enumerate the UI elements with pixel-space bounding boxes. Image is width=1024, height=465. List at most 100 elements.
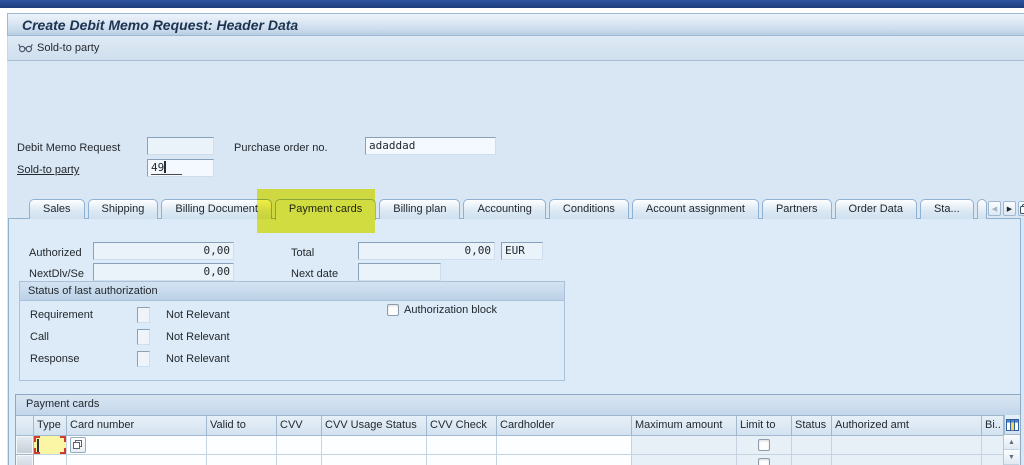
purchase-order-label: Purchase order no. bbox=[234, 142, 328, 154]
tab-payment-cards[interactable]: Payment cards bbox=[274, 199, 377, 220]
limit-to-checkbox[interactable] bbox=[758, 439, 770, 451]
tab-accounting[interactable]: Accounting bbox=[463, 199, 546, 219]
table-vertical-scrollbar[interactable]: ▲ ▼ bbox=[1003, 435, 1020, 465]
sold-to-party-display-button[interactable]: Sold-to party bbox=[14, 39, 107, 58]
cell-cvv-usage-status[interactable] bbox=[322, 455, 427, 465]
tab-strip: Sales Shipping Billing Document Payment car… bbox=[29, 199, 989, 220]
cell-limit-to[interactable] bbox=[737, 436, 792, 455]
column-header-maximum-amount[interactable]: Maximum amount bbox=[632, 416, 737, 436]
limit-to-checkbox[interactable] bbox=[758, 458, 770, 465]
column-header-limit-to[interactable]: Limit to bbox=[737, 416, 792, 436]
cell-cvv-usage-status[interactable] bbox=[322, 436, 427, 455]
tab-conditions[interactable]: Conditions bbox=[548, 199, 629, 219]
payment-cards-table: Payment cards Type Card number Valid to CVV… bbox=[15, 394, 1021, 465]
authorization-block-checkbox[interactable] bbox=[387, 304, 399, 316]
column-header-valid-to[interactable]: Valid to bbox=[207, 416, 277, 436]
payment-cards-tab-panel: Authorized 0,00 Total 0,00 EUR NextDlv/S… bbox=[8, 218, 1021, 465]
status-label: Call bbox=[30, 331, 49, 343]
column-header-type[interactable]: Type bbox=[34, 416, 67, 436]
tab-scroll-right-button[interactable]: ▶ bbox=[1003, 201, 1016, 216]
status-row-response: Response Not Relevant bbox=[20, 348, 564, 370]
status-text: Not Relevant bbox=[166, 353, 230, 365]
status-row-call: Call Not Relevant bbox=[20, 326, 564, 348]
page-title: Create Debit Memo Request: Header Data bbox=[22, 16, 299, 33]
debit-memo-request-field[interactable] bbox=[147, 137, 214, 155]
table-row bbox=[16, 436, 1020, 455]
table-header-row: Type Card number Valid to CVV CVV Usage Stat… bbox=[16, 416, 1020, 436]
cell-card-number[interactable] bbox=[67, 436, 207, 455]
column-header-bi[interactable]: Bi.. bbox=[982, 416, 1004, 436]
sap-window: Create Debit Memo Request: Header Data S… bbox=[0, 0, 1024, 465]
authorization-block-option[interactable]: Authorization block bbox=[387, 304, 497, 316]
cell-valid-to[interactable] bbox=[207, 455, 277, 465]
column-header-cvv-check[interactable]: CVV Check bbox=[427, 416, 497, 436]
cell-cardholder[interactable] bbox=[497, 436, 632, 455]
cell-cvv-check[interactable] bbox=[427, 455, 497, 465]
tab-order-data[interactable]: Order Data bbox=[834, 199, 917, 219]
authorized-label: Authorized bbox=[29, 247, 82, 259]
total-field[interactable]: 0,00 bbox=[358, 242, 495, 260]
scroll-down-button[interactable]: ▼ bbox=[1004, 450, 1019, 465]
purchase-order-field[interactable]: adaddad bbox=[365, 137, 496, 155]
column-header-authorized-amt[interactable]: Authorized amt bbox=[832, 416, 982, 436]
cell-cvv[interactable] bbox=[277, 455, 322, 465]
cell-cvv[interactable] bbox=[277, 436, 322, 455]
row-selector-header[interactable] bbox=[16, 416, 34, 436]
cell-cardholder[interactable] bbox=[497, 455, 632, 465]
cell-type[interactable] bbox=[34, 455, 67, 465]
table-configuration-icon bbox=[1006, 418, 1019, 431]
authorized-field[interactable]: 0,00 bbox=[93, 242, 234, 260]
window-top-frame bbox=[0, 0, 1024, 8]
cell-maximum-amount bbox=[632, 455, 737, 465]
cell-bi bbox=[982, 455, 1004, 465]
tab-scroll-controls: ◀ ▶ bbox=[988, 201, 1024, 216]
cell-limit-to[interactable] bbox=[737, 455, 792, 465]
column-header-status[interactable]: Status bbox=[792, 416, 832, 436]
cell-status bbox=[792, 455, 832, 465]
status-text: Not Relevant bbox=[166, 309, 230, 321]
cell-valid-to[interactable] bbox=[207, 436, 277, 455]
debit-memo-request-label: Debit Memo Request bbox=[17, 142, 121, 154]
tab-scroll-left-button[interactable]: ◀ bbox=[988, 201, 1001, 216]
clipped-tab-edge bbox=[976, 199, 987, 219]
tab-overview-button[interactable] bbox=[1018, 201, 1024, 216]
cell-bi bbox=[982, 436, 1004, 455]
application-toolbar: Sold-to party bbox=[7, 36, 1024, 61]
status-of-last-authorization-box: Status of last authorization Requirement… bbox=[19, 281, 565, 381]
tab-shipping[interactable]: Shipping bbox=[87, 199, 159, 219]
cell-maximum-amount bbox=[632, 436, 737, 455]
screen-titlebar: Create Debit Memo Request: Header Data bbox=[7, 13, 1024, 36]
payment-cards-table-title: Payment cards bbox=[16, 395, 1020, 416]
currency-field[interactable]: EUR bbox=[501, 242, 543, 260]
status-value-field bbox=[137, 351, 150, 367]
tab-sta[interactable]: Sta... bbox=[919, 199, 974, 219]
cell-cvv-check[interactable] bbox=[427, 436, 497, 455]
glasses-icon bbox=[18, 41, 33, 56]
row-selector[interactable] bbox=[16, 455, 34, 465]
overlapping-sheets-icon bbox=[73, 440, 82, 449]
row-selector[interactable] bbox=[16, 436, 34, 455]
cell-card-number[interactable] bbox=[67, 455, 207, 465]
tab-sales[interactable]: Sales bbox=[29, 199, 85, 219]
tab-partners[interactable]: Partners bbox=[761, 199, 832, 219]
table-row bbox=[16, 455, 1020, 465]
next-date-field[interactable] bbox=[358, 263, 441, 281]
toolbar-button-label: Sold-to party bbox=[37, 42, 100, 54]
table-settings-button[interactable] bbox=[1004, 415, 1020, 435]
cell-type[interactable] bbox=[34, 436, 67, 455]
tab-billing-plan[interactable]: Billing plan bbox=[379, 199, 461, 219]
status-label: Response bbox=[30, 353, 80, 365]
column-header-card-number[interactable]: Card number bbox=[67, 416, 207, 436]
text-caret bbox=[37, 439, 39, 452]
value-help-button[interactable] bbox=[70, 437, 86, 453]
column-header-cvv[interactable]: CVV bbox=[277, 416, 322, 436]
sold-to-party-field[interactable]: 49 bbox=[147, 159, 214, 177]
nextdlv-field[interactable]: 0,00 bbox=[93, 263, 234, 281]
column-header-cardholder[interactable]: Cardholder bbox=[497, 416, 632, 436]
tab-billing-document[interactable]: Billing Document bbox=[161, 199, 272, 219]
groupbox-title: Status of last authorization bbox=[20, 282, 564, 301]
scroll-up-button[interactable]: ▲ bbox=[1004, 435, 1019, 450]
tab-account-assignment[interactable]: Account assignment bbox=[631, 199, 759, 219]
column-header-cvv-usage-status[interactable]: CVV Usage Status bbox=[322, 416, 427, 436]
authorization-block-label: Authorization block bbox=[404, 304, 497, 316]
